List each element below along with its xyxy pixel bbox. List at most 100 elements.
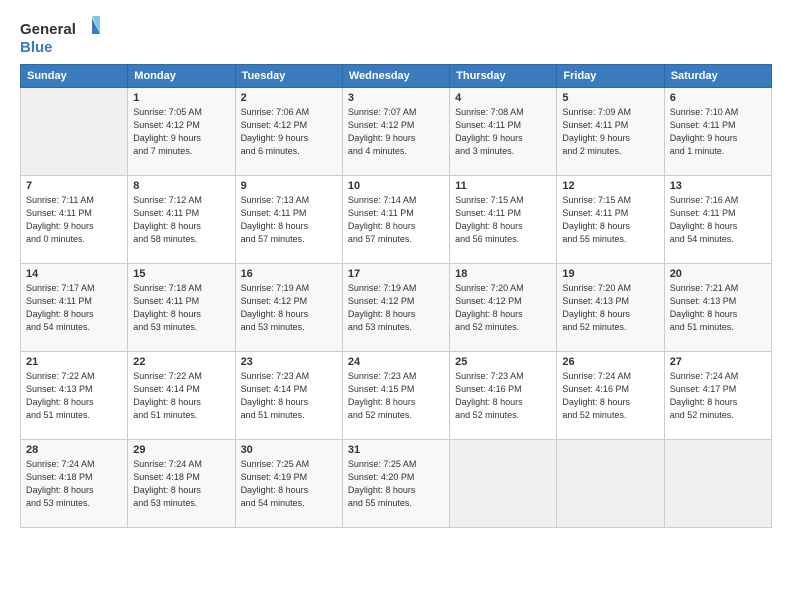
day-info: Sunrise: 7:20 AM Sunset: 4:13 PM Dayligh… (562, 282, 658, 334)
calendar-cell: 25 Sunrise: 7:23 AM Sunset: 4:16 PM Dayli… (450, 352, 557, 440)
day-number: 25 (455, 356, 551, 368)
calendar-cell: 13 Sunrise: 7:16 AM Sunset: 4:11 PM Dayli… (664, 176, 771, 264)
day-number: 18 (455, 268, 551, 280)
calendar-week-2: 7Sunrise: 7:11 AM Sunset: 4:11 PM Daylig… (21, 176, 772, 264)
day-info: Sunrise: 7:15 AM Sunset: 4:11 PM Dayligh… (455, 194, 551, 246)
day-info: Sunrise: 7:24 AM Sunset: 4:16 PM Dayligh… (562, 370, 658, 422)
calendar-cell: 20 Sunrise: 7:21 AM Sunset: 4:13 PM Dayli… (664, 264, 771, 352)
day-info: Sunrise: 7:25 AM Sunset: 4:20 PM Dayligh… (348, 458, 444, 510)
calendar-cell: 26Sunrise: 7:24 AM Sunset: 4:16 PM Dayli… (557, 352, 664, 440)
day-info: Sunrise: 7:13 AM Sunset: 4:11 PM Dayligh… (241, 194, 337, 246)
day-number: 15 (133, 268, 229, 280)
day-info: Sunrise: 7:06 AM Sunset: 4:12 PM Dayligh… (241, 106, 337, 158)
calendar-week-4: 21Sunrise: 7:22 AM Sunset: 4:13 PM Dayli… (21, 352, 772, 440)
day-info: Sunrise: 7:18 AM Sunset: 4:11 PM Dayligh… (133, 282, 229, 334)
day-info: Sunrise: 7:22 AM Sunset: 4:14 PM Dayligh… (133, 370, 229, 422)
calendar-cell (557, 440, 664, 528)
day-number: 30 (241, 444, 337, 456)
calendar-cell: 12 Sunrise: 7:15 AM Sunset: 4:11 PM Dayli… (557, 176, 664, 264)
day-number: 22 (133, 356, 229, 368)
weekday-header-tuesday: Tuesday (235, 65, 342, 88)
header: GeneralBlue (20, 16, 772, 56)
calendar-week-3: 14 Sunrise: 7:17 AM Sunset: 4:11 PM Dayli… (21, 264, 772, 352)
calendar-cell: 15 Sunrise: 7:18 AM Sunset: 4:11 PM Dayli… (128, 264, 235, 352)
day-number: 6 (670, 92, 766, 104)
day-info: Sunrise: 7:22 AM Sunset: 4:13 PM Dayligh… (26, 370, 122, 422)
calendar-cell: 28 Sunrise: 7:24 AM Sunset: 4:18 PM Dayli… (21, 440, 128, 528)
calendar-cell: 7Sunrise: 7:11 AM Sunset: 4:11 PM Daylig… (21, 176, 128, 264)
day-number: 8 (133, 180, 229, 192)
calendar-cell: 21Sunrise: 7:22 AM Sunset: 4:13 PM Dayli… (21, 352, 128, 440)
day-number: 20 (670, 268, 766, 280)
day-number: 4 (455, 92, 551, 104)
calendar-cell: 3Sunrise: 7:07 AM Sunset: 4:12 PM Daylig… (342, 88, 449, 176)
logo-svg: GeneralBlue (20, 16, 100, 56)
calendar-cell: 24 Sunrise: 7:23 AM Sunset: 4:15 PM Dayli… (342, 352, 449, 440)
calendar-cell: 4 Sunrise: 7:08 AM Sunset: 4:11 PM Daylig… (450, 88, 557, 176)
calendar-cell: 31Sunrise: 7:25 AM Sunset: 4:20 PM Dayli… (342, 440, 449, 528)
page: GeneralBlue SundayMondayTuesdayWednesday… (0, 0, 792, 612)
day-number: 13 (670, 180, 766, 192)
calendar-cell: 29 Sunrise: 7:24 AM Sunset: 4:18 PM Dayli… (128, 440, 235, 528)
day-number: 14 (26, 268, 122, 280)
day-info: Sunrise: 7:17 AM Sunset: 4:11 PM Dayligh… (26, 282, 122, 334)
calendar-cell: 17 Sunrise: 7:19 AM Sunset: 4:12 PM Dayli… (342, 264, 449, 352)
day-info: Sunrise: 7:24 AM Sunset: 4:18 PM Dayligh… (26, 458, 122, 510)
calendar-cell: 1Sunrise: 7:05 AM Sunset: 4:12 PM Daylig… (128, 88, 235, 176)
calendar-cell (21, 88, 128, 176)
calendar-cell: 19 Sunrise: 7:20 AM Sunset: 4:13 PM Dayli… (557, 264, 664, 352)
calendar-cell: 8 Sunrise: 7:12 AM Sunset: 4:11 PM Daylig… (128, 176, 235, 264)
day-info: Sunrise: 7:21 AM Sunset: 4:13 PM Dayligh… (670, 282, 766, 334)
day-number: 19 (562, 268, 658, 280)
weekday-header-thursday: Thursday (450, 65, 557, 88)
calendar-cell: 2 Sunrise: 7:06 AM Sunset: 4:12 PM Daylig… (235, 88, 342, 176)
day-number: 10 (348, 180, 444, 192)
calendar-cell: 22 Sunrise: 7:22 AM Sunset: 4:14 PM Dayli… (128, 352, 235, 440)
calendar-cell: 18 Sunrise: 7:20 AM Sunset: 4:12 PM Dayli… (450, 264, 557, 352)
day-number: 24 (348, 356, 444, 368)
day-info: Sunrise: 7:23 AM Sunset: 4:16 PM Dayligh… (455, 370, 551, 422)
day-number: 9 (241, 180, 337, 192)
day-info: Sunrise: 7:12 AM Sunset: 4:11 PM Dayligh… (133, 194, 229, 246)
day-number: 1 (133, 92, 229, 104)
day-info: Sunrise: 7:24 AM Sunset: 4:18 PM Dayligh… (133, 458, 229, 510)
weekday-header-saturday: Saturday (664, 65, 771, 88)
day-info: Sunrise: 7:20 AM Sunset: 4:12 PM Dayligh… (455, 282, 551, 334)
day-number: 12 (562, 180, 658, 192)
weekday-header-monday: Monday (128, 65, 235, 88)
svg-text:Blue: Blue (20, 39, 53, 56)
day-info: Sunrise: 7:24 AM Sunset: 4:17 PM Dayligh… (670, 370, 766, 422)
calendar-cell: 14 Sunrise: 7:17 AM Sunset: 4:11 PM Dayli… (21, 264, 128, 352)
day-number: 7 (26, 180, 122, 192)
calendar-cell: 9 Sunrise: 7:13 AM Sunset: 4:11 PM Daylig… (235, 176, 342, 264)
day-number: 16 (241, 268, 337, 280)
calendar-cell: 10 Sunrise: 7:14 AM Sunset: 4:11 PM Dayli… (342, 176, 449, 264)
weekday-header-friday: Friday (557, 65, 664, 88)
calendar-week-5: 28 Sunrise: 7:24 AM Sunset: 4:18 PM Dayli… (21, 440, 772, 528)
day-info: Sunrise: 7:16 AM Sunset: 4:11 PM Dayligh… (670, 194, 766, 246)
day-info: Sunrise: 7:15 AM Sunset: 4:11 PM Dayligh… (562, 194, 658, 246)
logo: GeneralBlue (20, 16, 100, 56)
calendar-cell: 16 Sunrise: 7:19 AM Sunset: 4:12 PM Dayli… (235, 264, 342, 352)
day-info: Sunrise: 7:19 AM Sunset: 4:12 PM Dayligh… (241, 282, 337, 334)
day-info: Sunrise: 7:14 AM Sunset: 4:11 PM Dayligh… (348, 194, 444, 246)
day-number: 17 (348, 268, 444, 280)
weekday-header-wednesday: Wednesday (342, 65, 449, 88)
calendar-cell (450, 440, 557, 528)
day-info: Sunrise: 7:07 AM Sunset: 4:12 PM Dayligh… (348, 106, 444, 158)
day-number: 2 (241, 92, 337, 104)
day-info: Sunrise: 7:23 AM Sunset: 4:15 PM Dayligh… (348, 370, 444, 422)
calendar-cell: 6 Sunrise: 7:10 AM Sunset: 4:11 PM Daylig… (664, 88, 771, 176)
day-info: Sunrise: 7:08 AM Sunset: 4:11 PM Dayligh… (455, 106, 551, 158)
calendar-cell: 30Sunrise: 7:25 AM Sunset: 4:19 PM Dayli… (235, 440, 342, 528)
calendar-cell: 23Sunrise: 7:23 AM Sunset: 4:14 PM Dayli… (235, 352, 342, 440)
day-number: 28 (26, 444, 122, 456)
calendar-cell: 11Sunrise: 7:15 AM Sunset: 4:11 PM Dayli… (450, 176, 557, 264)
day-number: 23 (241, 356, 337, 368)
day-number: 29 (133, 444, 229, 456)
day-info: Sunrise: 7:19 AM Sunset: 4:12 PM Dayligh… (348, 282, 444, 334)
weekday-header-row: SundayMondayTuesdayWednesdayThursdayFrid… (21, 65, 772, 88)
day-number: 5 (562, 92, 658, 104)
calendar-week-1: 1Sunrise: 7:05 AM Sunset: 4:12 PM Daylig… (21, 88, 772, 176)
day-info: Sunrise: 7:10 AM Sunset: 4:11 PM Dayligh… (670, 106, 766, 158)
